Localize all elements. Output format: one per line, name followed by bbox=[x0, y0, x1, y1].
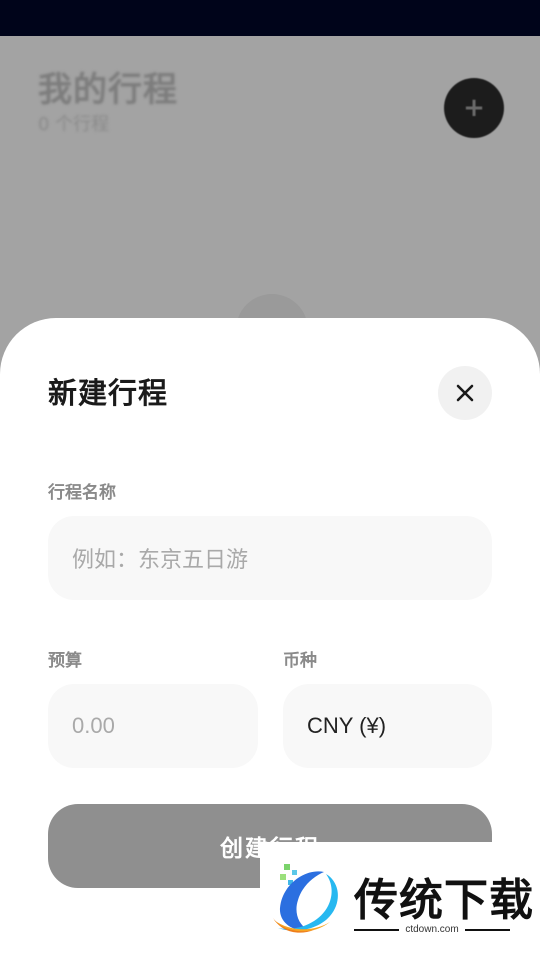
budget-placeholder: 0.00 bbox=[72, 713, 115, 738]
background-add-button: + bbox=[444, 78, 504, 138]
currency-label: 币种 bbox=[283, 651, 317, 671]
status-bar bbox=[0, 0, 540, 36]
close-icon bbox=[456, 384, 474, 402]
watermark-line-right bbox=[464, 928, 511, 931]
currency-select[interactable]: CNY (¥) bbox=[283, 684, 492, 768]
budget-label: 预算 bbox=[48, 651, 82, 671]
currency-value: CNY (¥) bbox=[307, 713, 387, 738]
sheet-title: 新建行程 bbox=[48, 376, 169, 410]
watermark: 传统下载 ctdown.com bbox=[260, 842, 540, 942]
watermark-line-left bbox=[354, 928, 400, 931]
trip-name-label: 行程名称 bbox=[48, 483, 116, 503]
trip-name-input[interactable]: 例如：东京五日游 bbox=[48, 516, 492, 600]
background-page-subtitle: 0 个行程 bbox=[38, 114, 110, 135]
ctdown-logo-icon bbox=[272, 864, 338, 933]
watermark-url-row: ctdown.com bbox=[354, 924, 511, 935]
watermark-text: 传统下载 bbox=[354, 875, 534, 926]
budget-input[interactable]: 0.00 bbox=[48, 684, 258, 768]
screen: 我的行程 0 个行程 + 新建行程 行程名称 例如：东京五日游 预算 0.00 … bbox=[0, 0, 540, 960]
trip-name-placeholder: 例如：东京五日游 bbox=[72, 547, 249, 572]
background-page-title: 我的行程 bbox=[38, 70, 178, 110]
close-button[interactable] bbox=[438, 366, 492, 420]
watermark-url: ctdown.com bbox=[405, 924, 459, 935]
plus-icon: + bbox=[463, 93, 485, 123]
